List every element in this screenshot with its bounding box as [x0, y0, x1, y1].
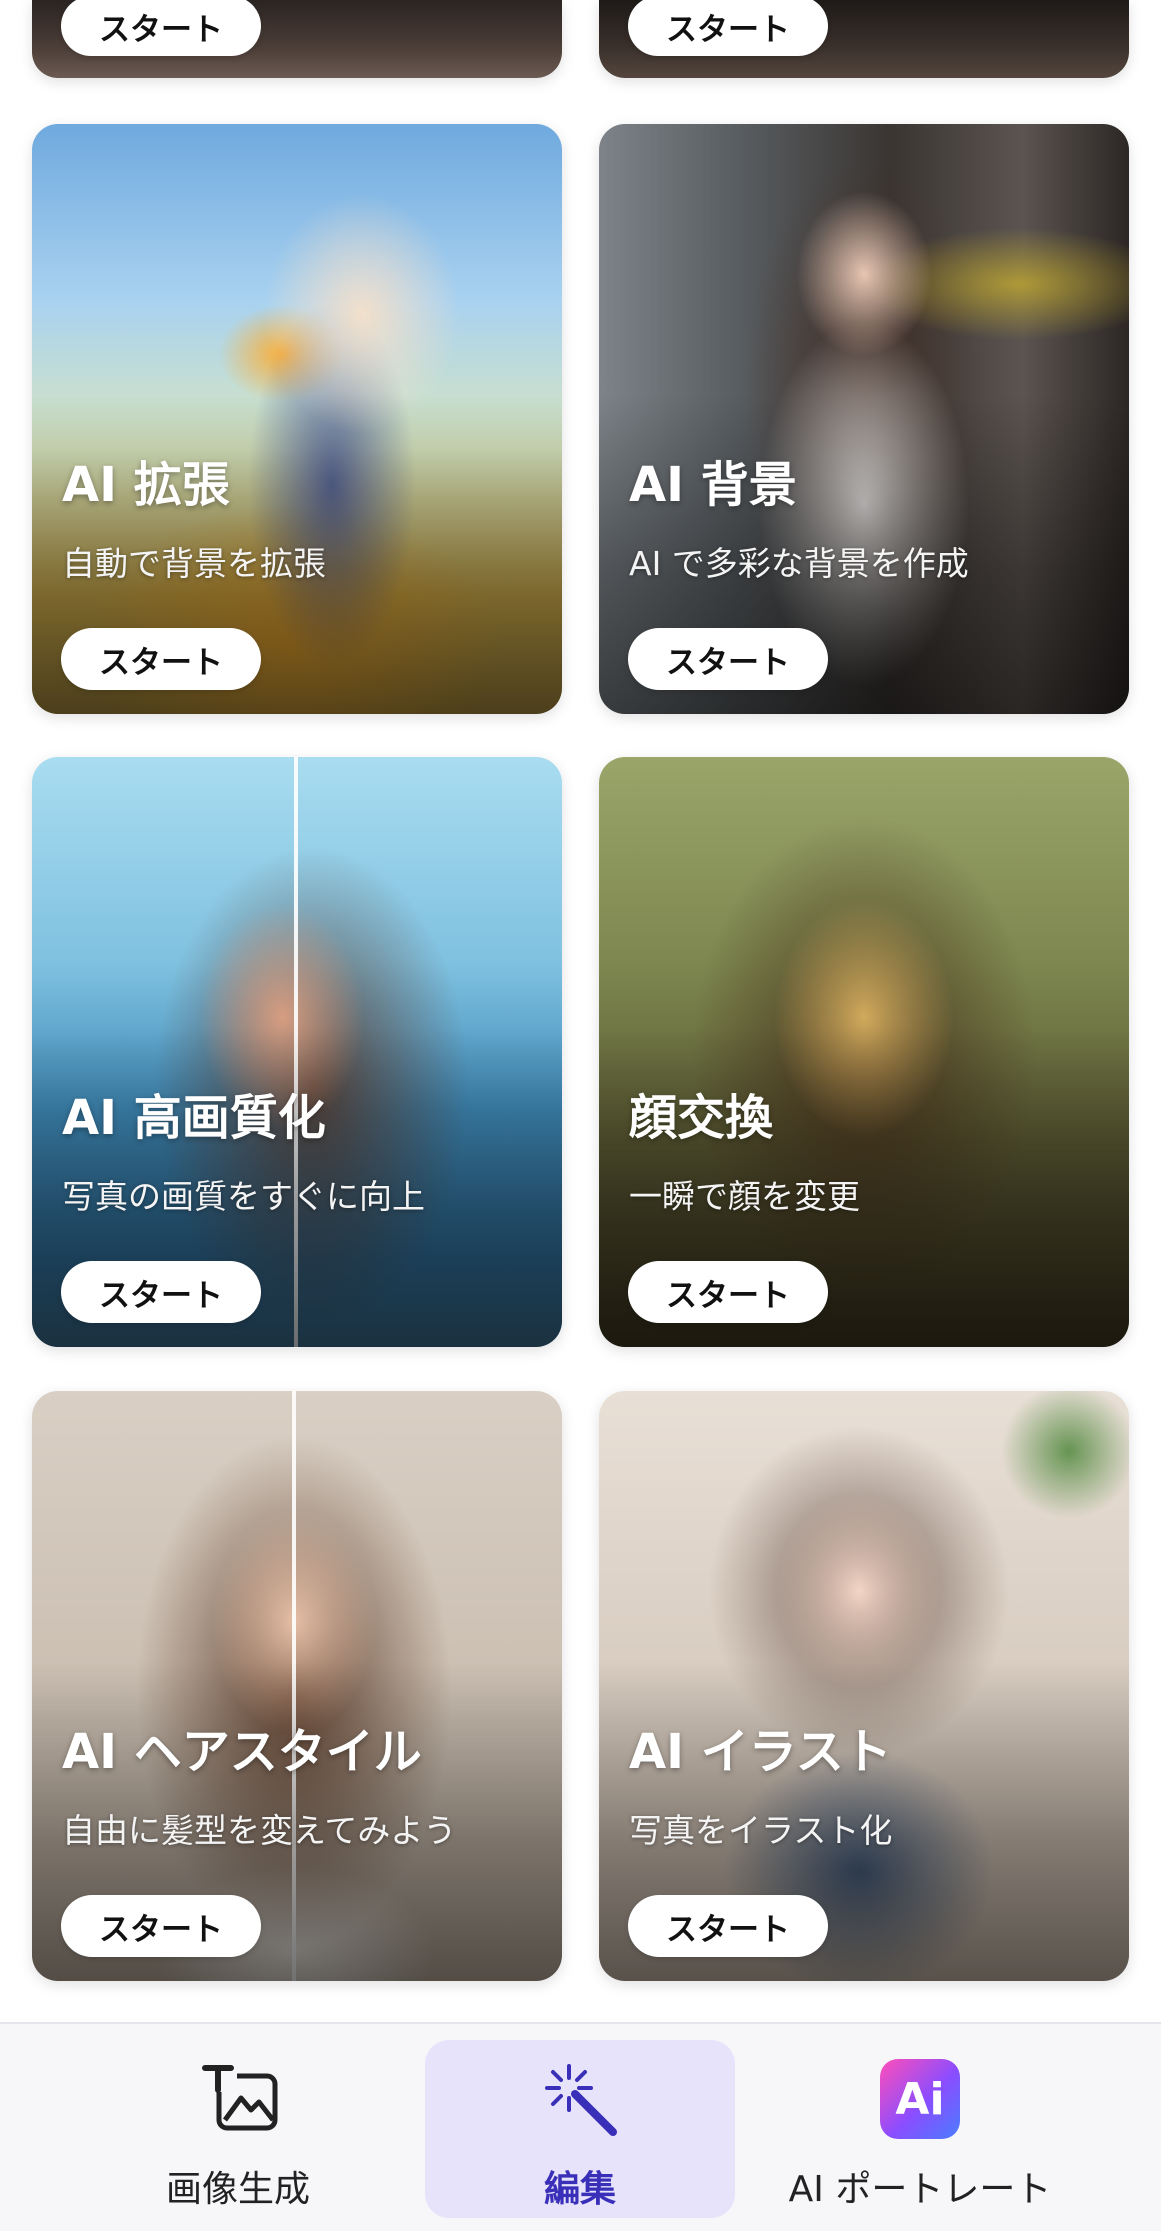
feature-card-ai-hairstyle[interactable]: AI ヘアスタイル 自由に髪型を変えてみよう スタート	[32, 1391, 562, 1981]
nav-label: AI ポートレート	[788, 2169, 1052, 2210]
start-button[interactable]: スタート	[61, 1261, 261, 1323]
feature-card-ai-upscale[interactable]: AI 高画質化 写真の画質をすぐに向上 スタート	[32, 757, 562, 1347]
card-description: 自由に髪型を変えてみよう	[62, 1811, 457, 1850]
card-title: AI ヘアスタイル	[62, 1724, 422, 1780]
feature-card-ai-background[interactable]: AI 背景 AI で多彩な背景を作成 スタート	[599, 124, 1129, 714]
card-title: AI 背景	[629, 457, 797, 513]
card-title: 顔交換	[629, 1090, 774, 1146]
start-button[interactable]: スタート	[628, 0, 828, 56]
feature-card-partial-left[interactable]: スタート	[32, 0, 562, 78]
card-title: AI イラスト	[629, 1724, 892, 1780]
card-description: 写真をイラスト化	[629, 1811, 893, 1850]
start-button[interactable]: スタート	[628, 628, 828, 690]
nav-item-image-generate[interactable]: 画像生成	[118, 2040, 358, 2218]
nav-item-ai-portrait[interactable]: Ai AI ポートレート	[770, 2040, 1070, 2218]
start-button[interactable]: スタート	[61, 0, 261, 56]
start-button[interactable]: スタート	[61, 1895, 261, 1957]
bottom-navigation: 画像生成 編集 Ai AI ポートレート	[0, 2022, 1161, 2231]
start-button[interactable]: スタート	[628, 1261, 828, 1323]
image-generate-icon	[201, 2062, 278, 2131]
card-title: AI 拡張	[62, 457, 230, 513]
nav-label: 画像生成	[165, 2169, 310, 2210]
nav-label: 編集	[543, 2169, 616, 2210]
ai-badge: Ai	[880, 2059, 960, 2139]
feature-card-ai-expand[interactable]: AI 拡張 自動で背景を拡張 スタート	[32, 124, 562, 714]
feature-card-face-swap[interactable]: 顔交換 一瞬で顔を変更 スタート	[599, 757, 1129, 1347]
card-description: 自動で背景を拡張	[62, 544, 326, 583]
start-button[interactable]: スタート	[628, 1895, 828, 1957]
magic-wand-icon	[545, 2064, 617, 2136]
nav-item-edit[interactable]: 編集	[425, 2040, 735, 2218]
card-description: AI で多彩な背景を作成	[629, 544, 969, 583]
feature-card-partial-right[interactable]: スタート	[599, 0, 1129, 78]
feature-card-ai-illustration[interactable]: AI イラスト 写真をイラスト化 スタート	[599, 1391, 1129, 1981]
card-description: 写真の画質をすぐに向上	[62, 1177, 425, 1216]
ai-portrait-icon: Ai	[877, 2056, 963, 2142]
start-button[interactable]: スタート	[61, 628, 261, 690]
edit-screen: スタート スタート AI 拡張 自動で背景を拡張 スタート AI 背景 AI で…	[0, 0, 1161, 2231]
card-title: AI 高画質化	[62, 1090, 326, 1146]
card-description: 一瞬で顔を変更	[629, 1177, 860, 1216]
